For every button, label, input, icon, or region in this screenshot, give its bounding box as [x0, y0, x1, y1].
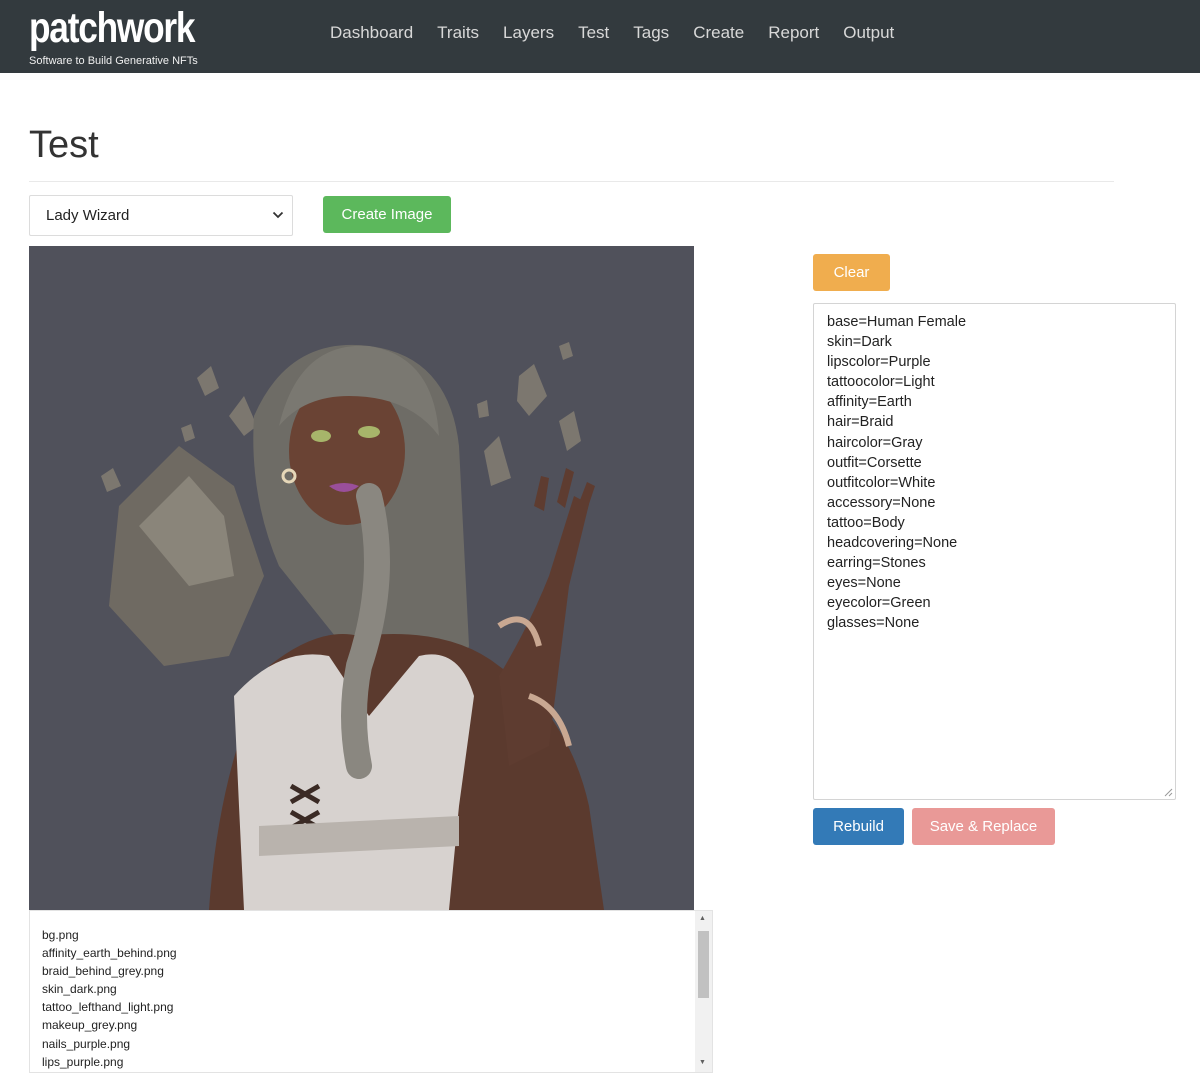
trait-line: outfit=Corsette [827, 454, 922, 471]
trait-line: eyes=None [827, 575, 901, 592]
page-title: Test [29, 124, 99, 166]
title-divider [29, 181, 1114, 182]
list-item: skin_dark.png [42, 982, 117, 997]
create-image-button[interactable]: Create Image [323, 196, 451, 233]
nav-tags[interactable]: Tags [621, 0, 681, 65]
save-replace-button[interactable]: Save & Replace [912, 808, 1055, 845]
scroll-down-icon[interactable]: ▼ [699, 1059, 706, 1066]
resize-grip-icon[interactable] [1163, 787, 1173, 797]
traits-textarea[interactable]: base=Human Female skin=Dark lipscolor=Pu… [813, 303, 1176, 800]
nav-traits[interactable]: Traits [425, 0, 491, 65]
trait-line: tattoo=Body [827, 514, 905, 531]
trait-line: glasses=None [827, 615, 920, 632]
brand-logo[interactable]: patchwork [29, 4, 195, 52]
clear-button[interactable]: Clear [813, 254, 890, 291]
list-item: affinity_earth_behind.png [42, 946, 177, 961]
collection-select[interactable]: Lady Wizard [29, 195, 293, 236]
nav-layers[interactable]: Layers [491, 0, 566, 65]
main-nav: Dashboard Traits Layers Test Tags Create… [318, 0, 906, 65]
navbar: patchwork Software to Build Generative N… [0, 0, 1200, 73]
generated-image-preview [29, 246, 694, 910]
trait-line: haircolor=Gray [827, 434, 923, 451]
list-item: makeup_grey.png [42, 1018, 138, 1033]
nav-test[interactable]: Test [566, 0, 621, 65]
list-item: nails_purple.png [42, 1036, 131, 1051]
scrollbar[interactable]: ▲ ▼ [695, 911, 712, 1072]
rebuild-button[interactable]: Rebuild [813, 808, 904, 845]
trait-line: headcovering=None [827, 535, 958, 552]
list-item: bg.png [42, 928, 79, 942]
list-item: braid_behind_grey.png [42, 964, 164, 979]
collection-select-value: Lady Wizard [46, 207, 130, 224]
chevron-down-icon [272, 196, 284, 235]
trait-line: hair=Braid [827, 414, 894, 431]
trait-line: skin=Dark [827, 334, 892, 351]
nav-create[interactable]: Create [681, 0, 756, 65]
brand[interactable]: patchwork Software to Build Generative N… [29, 4, 231, 67]
wizard-illustration [29, 246, 694, 910]
nav-dashboard[interactable]: Dashboard [318, 0, 425, 65]
list-item: lips_purple.png [42, 1054, 124, 1069]
scroll-thumb[interactable] [698, 931, 709, 998]
trait-line: affinity=Earth [827, 394, 912, 411]
nav-report[interactable]: Report [756, 0, 831, 65]
trait-line: earring=Stones [827, 555, 926, 572]
brand-tagline: Software to Build Generative NFTs [29, 55, 198, 67]
trait-line: base=Human Female [827, 314, 967, 330]
nav-output[interactable]: Output [831, 0, 906, 65]
trait-line: outfitcolor=White [827, 474, 936, 491]
layers-list-box[interactable]: bg.png affinity_earth_behind.png braid_b… [29, 910, 713, 1073]
list-item: tattoo_lefthand_light.png [42, 1000, 174, 1015]
layers-list: bg.png affinity_earth_behind.png braid_b… [42, 926, 177, 1071]
scroll-up-icon[interactable]: ▲ [699, 915, 706, 922]
trait-line: accessory=None [827, 494, 936, 511]
trait-line: lipscolor=Purple [827, 354, 931, 371]
trait-line: tattoocolor=Light [827, 374, 935, 391]
trait-line: eyecolor=Green [827, 595, 931, 612]
